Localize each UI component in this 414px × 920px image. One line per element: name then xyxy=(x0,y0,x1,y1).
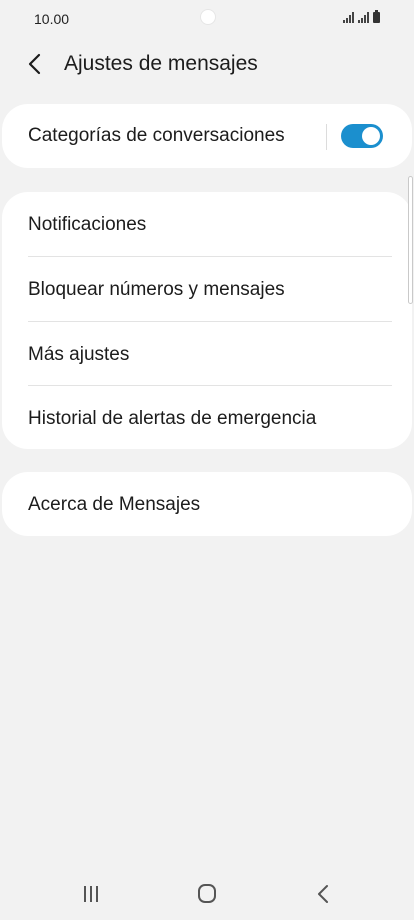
list-item-more-settings[interactable]: Más ajustes xyxy=(2,322,412,386)
list-item-label: Historial de alertas de emergencia xyxy=(28,408,317,429)
scrollbar[interactable] xyxy=(408,176,413,304)
signal-icon xyxy=(343,12,354,23)
back-icon xyxy=(318,885,328,903)
recents-icon xyxy=(84,886,98,902)
recents-button[interactable] xyxy=(76,880,106,908)
about-card: Acerca de Mensajes xyxy=(2,472,412,536)
toggle-knob xyxy=(362,127,380,145)
list-item-emergency-alerts[interactable]: Historial de alertas de emergencia xyxy=(2,386,412,450)
signal-icon xyxy=(358,12,369,23)
home-button[interactable] xyxy=(192,880,222,908)
conversation-categories-label: Categorías de conversaciones xyxy=(28,125,285,146)
about-label: Acerca de Mensajes xyxy=(28,494,201,515)
page-title: Ajustes de mensajes xyxy=(64,52,258,75)
battery-icon xyxy=(373,10,380,23)
conversation-categories-toggle[interactable] xyxy=(341,124,383,148)
divider xyxy=(326,124,327,150)
back-arrow-icon xyxy=(28,53,41,75)
list-item-label: Notificaciones xyxy=(28,214,147,235)
home-icon xyxy=(198,884,216,903)
back-button[interactable] xyxy=(22,50,50,78)
status-time: 10.00 xyxy=(34,11,70,27)
list-item-about[interactable]: Acerca de Mensajes xyxy=(2,472,412,536)
list-item-label: Más ajustes xyxy=(28,344,130,365)
list-item-block-numbers[interactable]: Bloquear números y mensajes xyxy=(2,257,412,321)
settings-list-card: Notificaciones Bloquear números y mensaj… xyxy=(2,192,412,449)
navigation-bar xyxy=(0,864,414,920)
status-bar: 10.00 xyxy=(0,0,414,38)
list-item-label: Bloquear números y mensajes xyxy=(28,279,285,300)
status-icons xyxy=(343,10,380,23)
back-nav-button[interactable] xyxy=(308,880,338,908)
app-bar: Ajustes de mensajes xyxy=(0,38,414,90)
list-item-notifications[interactable]: Notificaciones xyxy=(2,192,412,256)
camera-cutout xyxy=(200,9,216,25)
